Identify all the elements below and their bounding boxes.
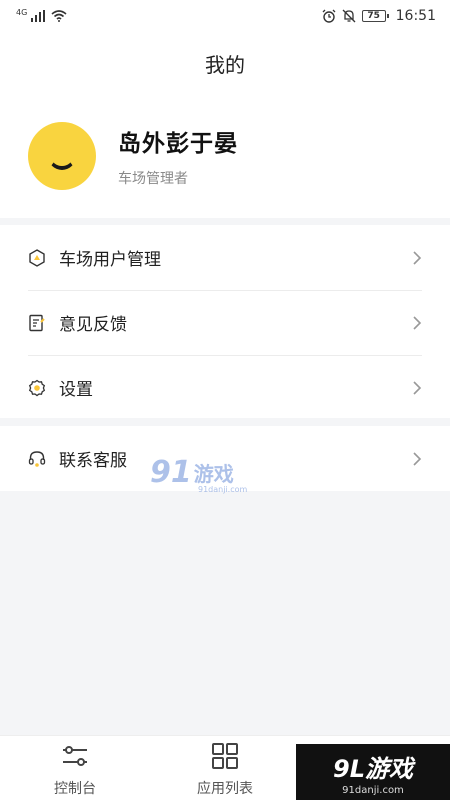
- watermark-sub: 91danji.com: [198, 485, 248, 494]
- grid-icon: [211, 742, 239, 770]
- status-right: 75 16:51: [322, 8, 436, 24]
- brand-logo-overlay: 9L游戏 91danji.com: [296, 744, 450, 800]
- feedback-icon: [28, 314, 46, 332]
- tab-app-list[interactable]: 应用列表: [150, 736, 300, 800]
- menu-item-parking-user-management[interactable]: 车场用户管理: [0, 225, 450, 290]
- headset-icon: [28, 450, 46, 468]
- status-left: 4G: [16, 7, 67, 22]
- menu-label: 意见反馈: [59, 315, 127, 335]
- clock: 16:51: [395, 8, 436, 24]
- chevron-right-icon: [413, 380, 422, 395]
- menu-label: 设置: [59, 380, 93, 400]
- menu-item-settings[interactable]: 设置: [0, 355, 450, 420]
- page-title: 我的: [205, 52, 245, 77]
- signal-icon: [31, 10, 46, 22]
- menu-group-main: 车场用户管理 意见反馈 设置: [0, 225, 450, 418]
- tab-console[interactable]: 控制台: [0, 736, 150, 800]
- battery-indicator: 75: [361, 10, 389, 22]
- user-role: 车场管理者: [118, 171, 188, 187]
- smile-face-icon: [48, 142, 76, 170]
- tab-label: 应用列表: [197, 781, 253, 797]
- profile-info: 岛外彭于晏 车场管理者: [118, 124, 238, 188]
- status-bar: 4G 75 16:51: [0, 0, 450, 32]
- watermark-number: 91: [150, 455, 192, 490]
- header: 我的: [0, 32, 450, 94]
- chevron-right-icon: [413, 250, 422, 265]
- watermark-text: 游戏: [193, 462, 234, 486]
- mute-bell-icon: [342, 9, 356, 23]
- tab-label: 控制台: [54, 781, 96, 797]
- brand-main-text: 9L游戏: [333, 754, 413, 783]
- brand-sub-text: 91danji.com: [342, 784, 404, 796]
- menu-item-feedback[interactable]: 意见反馈: [0, 290, 450, 355]
- user-name: 岛外彭于晏: [118, 131, 238, 157]
- hexagon-user-icon: [28, 248, 46, 267]
- avatar[interactable]: [28, 122, 96, 190]
- wifi-icon: [51, 10, 67, 22]
- watermark: 91 游戏 91danji.com: [150, 455, 247, 494]
- profile-card[interactable]: 岛外彭于晏 车场管理者: [0, 94, 450, 218]
- menu-label: 车场用户管理: [59, 250, 161, 270]
- gear-icon: [28, 379, 46, 397]
- alarm-icon: [322, 9, 336, 23]
- sliders-icon: [61, 742, 89, 770]
- network-type: 4G: [16, 7, 28, 17]
- chevron-right-icon: [413, 451, 422, 466]
- menu-label: 联系客服: [59, 451, 127, 471]
- chevron-right-icon: [413, 315, 422, 330]
